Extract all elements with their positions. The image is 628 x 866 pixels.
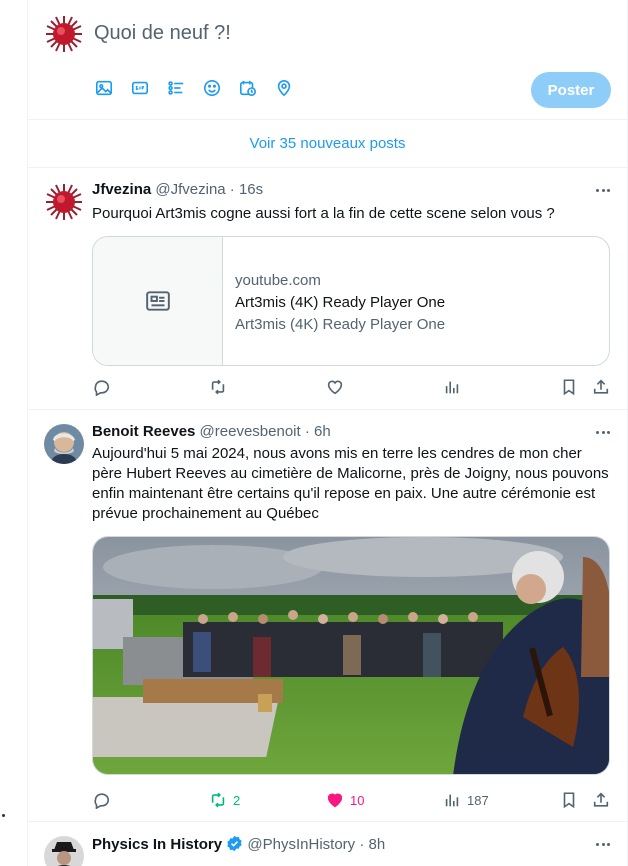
like-count: 10 [350, 792, 365, 808]
share-icon[interactable] [592, 790, 610, 810]
more-icon[interactable] [593, 834, 613, 854]
tweet-actions: 2 10 187 [92, 790, 612, 810]
views-icon[interactable] [443, 377, 461, 397]
verified-badge-icon [227, 835, 242, 852]
tweet[interactable]: Benoit Reeves @reevesbenoit · 6h Aujourd… [28, 410, 627, 822]
like-icon[interactable] [326, 377, 344, 397]
tweet-photo[interactable] [92, 536, 610, 775]
post-button[interactable]: Poster [531, 72, 611, 108]
repost-icon [211, 792, 225, 808]
emoji-icon[interactable] [202, 78, 222, 98]
more-icon[interactable] [593, 422, 613, 442]
tweet-actions [92, 377, 612, 397]
left-gutter [0, 0, 28, 866]
repost-button[interactable]: 2 [209, 790, 240, 810]
compose-toolbar [94, 78, 294, 98]
share-icon[interactable] [592, 377, 610, 397]
tweet-header: Benoit Reeves @reevesbenoit · 6h [92, 423, 331, 440]
tweet[interactable]: Jfvezina @Jfvezina · 16s Pourquoi Art3mi… [28, 168, 627, 410]
article-icon [93, 237, 223, 365]
avatar[interactable] [44, 182, 84, 222]
repost-icon[interactable] [209, 377, 227, 397]
link-card[interactable]: youtube.com Art3mis (4K) Ready Player On… [92, 236, 610, 366]
image-icon[interactable] [94, 78, 114, 98]
views-button[interactable]: 187 [443, 790, 489, 810]
views-count: 187 [467, 792, 489, 808]
reply-icon[interactable] [92, 377, 110, 397]
views-icon [445, 794, 459, 807]
like-button[interactable]: 10 [326, 790, 364, 810]
like-icon [327, 793, 343, 808]
tweet-header: Jfvezina @Jfvezina · 16s [92, 181, 263, 198]
author-meta[interactable]: @reevesbenoit · 6h [200, 423, 331, 440]
tweet-text: Aujourd'hui 5 mai 2024, nous avons mis e… [92, 445, 609, 522]
author-name[interactable]: Benoit Reeves [92, 423, 195, 440]
more-icon[interactable] [593, 180, 613, 200]
author-meta[interactable]: @PhysInHistory · 8h [247, 836, 385, 853]
schedule-icon[interactable] [238, 78, 258, 98]
bookmark-icon[interactable] [560, 377, 578, 397]
author-meta[interactable]: @Jfvezina · 16s [155, 181, 263, 198]
location-icon[interactable] [274, 78, 294, 98]
compose-input[interactable]: Quoi de neuf ?! [94, 22, 231, 45]
gutter-dot [2, 814, 5, 817]
bookmark-icon[interactable] [560, 790, 578, 810]
gif-icon[interactable] [130, 78, 150, 98]
repost-count: 2 [233, 792, 241, 808]
link-domain: youtube.com [235, 272, 321, 289]
timeline-column: Quoi de neuf ?! Poster Voir 35 nouveaux [28, 0, 628, 866]
link-card-body: youtube.com Art3mis (4K) Ready Player On… [223, 237, 445, 365]
compose-box: Quoi de neuf ?! Poster [28, 0, 627, 120]
avatar[interactable] [44, 424, 84, 464]
reply-icon[interactable] [92, 790, 110, 810]
avatar[interactable] [44, 14, 84, 54]
tweet-text: Pourquoi Art3mis cogne aussi fort a la f… [92, 205, 555, 222]
author-name[interactable]: Jfvezina [92, 181, 151, 198]
tweet[interactable]: Physics In History @PhysInHistory · 8h [28, 822, 627, 866]
tweet-header: Physics In History @PhysInHistory · 8h [92, 835, 385, 853]
show-new-posts-button[interactable]: Voir 35 nouveaux posts [28, 120, 627, 168]
link-description: Art3mis (4K) Ready Player One [235, 316, 446, 333]
author-name[interactable]: Physics In History [92, 836, 222, 853]
link-title: Art3mis (4K) Ready Player One [235, 294, 446, 311]
poll-icon[interactable] [166, 78, 186, 98]
avatar[interactable] [44, 836, 84, 866]
